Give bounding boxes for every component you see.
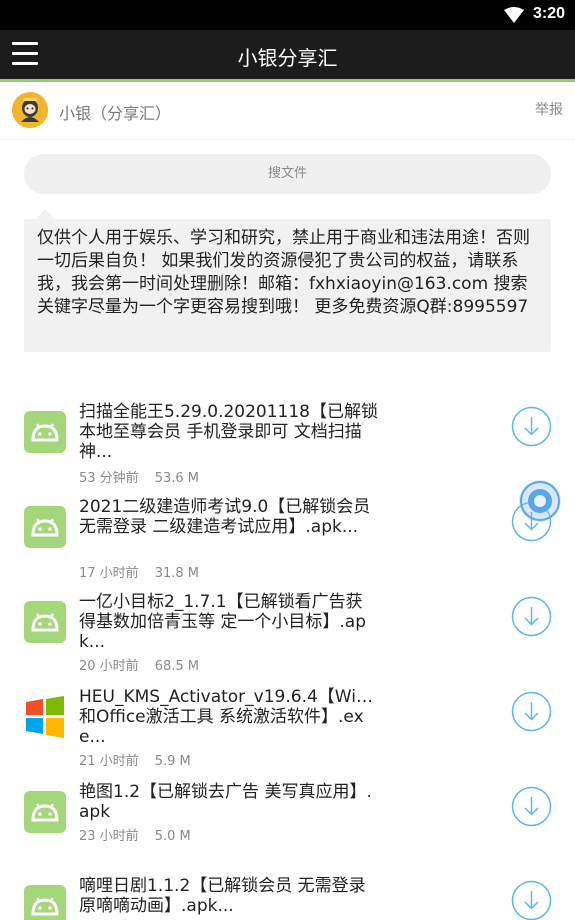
download-icon[interactable] — [511, 406, 552, 447]
android-icon — [24, 601, 66, 643]
file-time: 23 小时前 — [79, 829, 139, 844]
file-meta: 17 小时前 31.8 M — [79, 562, 199, 581]
search-input[interactable]: 搜文件 — [24, 154, 551, 194]
app-title: 小银分享汇 — [237, 46, 338, 70]
file-meta: 20 小时前 68.5 M — [79, 655, 199, 674]
file-time: 20 小时前 — [79, 659, 139, 674]
file-name: 2021二级建造师考试9.0【已解锁会员 无需登录 二级建造考试应用】.apk.… — [79, 497, 371, 537]
file-meta: 23 小时前 5.0 M — [79, 825, 191, 844]
file-name: 艳图1.2【已解锁去广告 美写真应用】.apk — [79, 782, 372, 822]
file-name: 一亿小目标2_1.7.1【已解锁看广告获得基数加倍青玉等 定一个小目标】.apk… — [79, 592, 367, 652]
file-item[interactable]: HEU_KMS_Activator_v19.6.4【Wi…和Office激活工具… — [0, 687, 575, 781]
android-icon — [24, 791, 66, 833]
android-icon — [24, 411, 66, 453]
file-time: 21 小时前 — [79, 754, 139, 769]
file-time: 53 分钟前 — [79, 471, 139, 486]
download-icon[interactable] — [511, 880, 552, 920]
avatar-icon[interactable] — [12, 92, 48, 128]
file-item[interactable]: 嘀哩日剧1.1.2【已解锁会员 无需登录 原嘀嘀动画】.apk... — [0, 876, 575, 920]
status-bar: 3:20 — [0, 0, 575, 30]
download-icon[interactable] — [511, 596, 552, 637]
android-icon — [24, 506, 66, 548]
file-item[interactable]: 艳图1.2【已解锁去广告 美写真应用】.apk 23 小时前 5.0 M — [0, 782, 575, 876]
owner-row: 小银（分享汇） 举报 — [0, 85, 575, 140]
file-size: 68.5 M — [154, 659, 199, 674]
floating-assist-button[interactable] — [519, 480, 561, 522]
wifi-icon — [504, 7, 524, 23]
file-size: 5.0 M — [154, 829, 191, 844]
file-time: 17 小时前 — [79, 566, 139, 581]
download-icon[interactable] — [511, 786, 552, 827]
file-name: 扫描全能王5.29.0.20201118【已解锁本地至尊会员 手机登录即可 文档… — [79, 402, 379, 462]
file-name: 嘀哩日剧1.1.2【已解锁会员 无需登录 原嘀嘀动画】.apk... — [79, 876, 366, 916]
owner-name: 小银（分享汇） — [59, 104, 172, 123]
target-icon — [520, 481, 560, 521]
file-item[interactable]: 一亿小目标2_1.7.1【已解锁看广告获得基数加倍青玉等 定一个小目标】.apk… — [0, 592, 575, 686]
file-meta: 21 小时前 5.9 M — [79, 750, 191, 769]
file-name: HEU_KMS_Activator_v19.6.4【Wi…和Office激活工具… — [79, 687, 373, 747]
android-icon — [24, 885, 66, 920]
file-size: 5.9 M — [154, 754, 191, 769]
file-item[interactable]: 2021二级建造师考试9.0【已解锁会员 无需登录 二级建造考试应用】.apk.… — [0, 497, 575, 591]
app-bar: 小银分享汇 — [0, 30, 575, 82]
windows-icon — [26, 696, 64, 738]
file-item[interactable]: 扫描全能王5.29.0.20201118【已解锁本地至尊会员 手机登录即可 文档… — [0, 402, 575, 496]
file-size: 31.8 M — [154, 566, 199, 581]
status-time: 3:20 — [533, 5, 566, 22]
file-meta: 53 分钟前 53.6 M — [79, 467, 199, 486]
notice-text: 仅供个人用于娱乐、学习和研究，禁止用于商业和违法用途！否则一切后果自负！ 如果我… — [24, 209, 551, 352]
download-icon[interactable] — [511, 691, 552, 732]
report-button[interactable]: 举报 — [535, 99, 563, 119]
file-size: 53.6 M — [154, 471, 199, 486]
